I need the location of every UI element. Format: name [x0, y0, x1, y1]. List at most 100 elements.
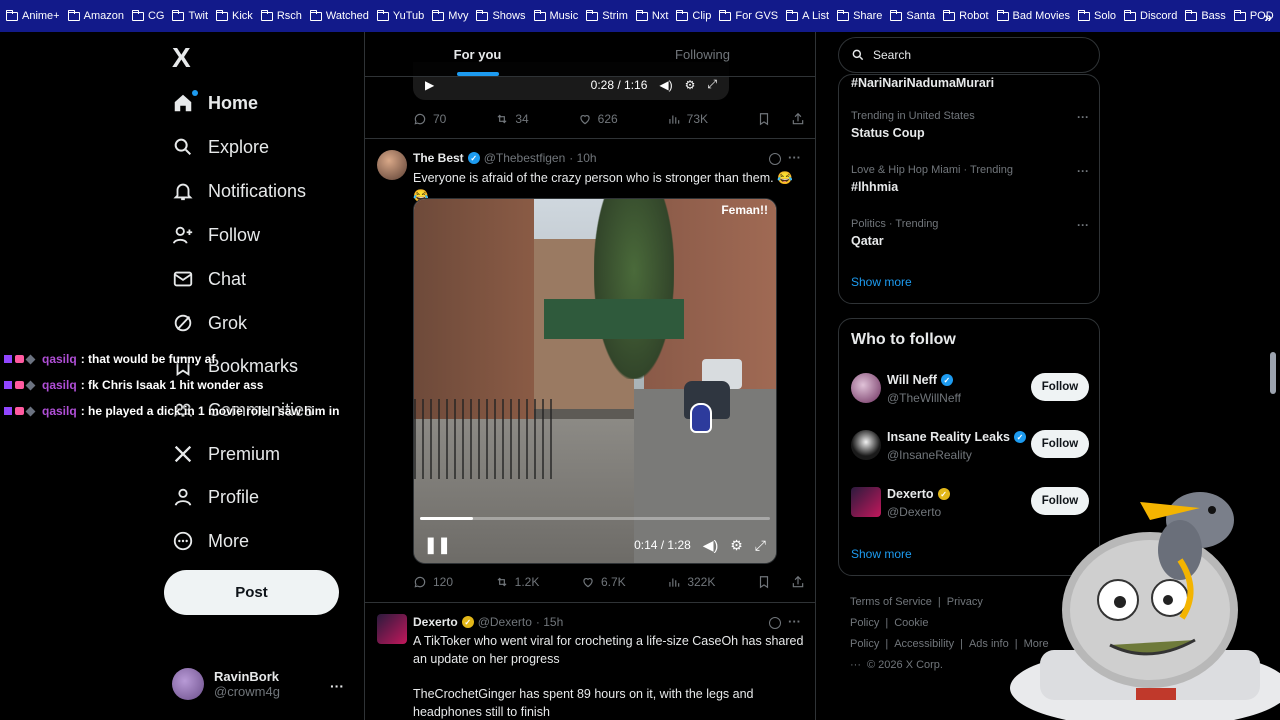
bookmark-item[interactable]: CG [131, 9, 164, 22]
bookmark-item[interactable]: Mvy [432, 9, 468, 22]
tab-for-you[interactable]: For you [365, 32, 590, 76]
search-input[interactable]: Search [838, 37, 1100, 73]
avatar[interactable] [851, 487, 881, 517]
bookmark-icon[interactable] [757, 575, 771, 589]
bookmark-item[interactable]: Bad Movies [996, 9, 1070, 22]
video-progress-bar[interactable] [420, 517, 770, 520]
play-icon[interactable]: ▶ [425, 78, 434, 92]
reply-button[interactable]: 70 [413, 112, 446, 126]
bookmark-item[interactable]: Rsch [260, 9, 302, 22]
video-player[interactable]: Feman!! ❚❚ 0:14 / 1:28 ◀) ⚙ ⤢ [413, 198, 777, 564]
tweet-age[interactable]: · 10h [569, 151, 596, 165]
bookmark-item[interactable]: Anime+ [6, 9, 60, 22]
tab-following[interactable]: Following [590, 32, 815, 76]
show-more-link[interactable]: Show more [851, 275, 912, 289]
footer-link[interactable]: Terms of Service [850, 596, 932, 608]
nav-item-premium[interactable]: Premium [172, 443, 280, 465]
user-name[interactable]: Will Neff [887, 373, 937, 387]
volume-icon[interactable]: ◀) [659, 78, 672, 92]
volume-icon[interactable]: ◀) [703, 537, 718, 554]
more-icon[interactable]: ··· [1077, 110, 1089, 124]
bookmark-item[interactable]: Watched [309, 9, 369, 22]
share-icon[interactable] [791, 112, 805, 126]
avatar[interactable] [377, 150, 407, 180]
like-button[interactable]: 6.7K [581, 575, 626, 589]
views-button[interactable]: 322K [667, 575, 715, 589]
settings-icon[interactable]: ⚙ [685, 78, 696, 92]
like-button[interactable]: 626 [578, 112, 618, 126]
avatar[interactable] [851, 430, 881, 460]
bookmark-item[interactable]: Robot [943, 9, 989, 22]
avatar[interactable] [851, 373, 881, 403]
bookmark-item[interactable]: Solo [1078, 9, 1116, 22]
views-button[interactable]: 73K [667, 112, 708, 126]
bookmark-item[interactable]: Twit [172, 9, 208, 22]
follow-suggestion[interactable]: Will Neff ✓ @TheWillNeff Follow [851, 371, 1089, 411]
more-icon[interactable]: ··· [788, 614, 801, 629]
more-icon[interactable]: ··· [330, 678, 344, 694]
bookmark-icon[interactable] [757, 112, 771, 126]
footer-link[interactable]: Accessibility [894, 638, 954, 650]
bookmark-item[interactable]: Discord [1124, 9, 1177, 22]
trend-item[interactable]: Politics · Trending Qatar ··· [851, 218, 1089, 248]
grok-icon[interactable] [769, 153, 781, 165]
repost-button[interactable]: 1.2K [495, 575, 539, 589]
grok-icon[interactable] [769, 617, 781, 629]
bookmark-item[interactable]: Shows [476, 9, 526, 22]
bookmark-item[interactable]: A List [786, 9, 829, 22]
bookmark-item[interactable]: Santa [890, 9, 935, 22]
footer-separator: | [960, 638, 963, 650]
folder-icon [676, 9, 689, 21]
scrollbar[interactable] [1270, 352, 1276, 394]
account-switcher[interactable]: RavinBork @crowm4g ··· [172, 668, 352, 700]
nav-item-profile[interactable]: Profile [172, 486, 259, 508]
bookmark-item[interactable]: For GVS [719, 9, 778, 22]
reply-button[interactable]: 120 [413, 575, 453, 589]
bookmark-item[interactable]: Amazon [67, 9, 124, 22]
more-icon[interactable]: ··· [1077, 164, 1089, 178]
bookmark-item[interactable]: Music [533, 9, 578, 22]
show-more-link[interactable]: Show more [851, 547, 912, 561]
bookmark-item[interactable]: Nxt [635, 9, 668, 22]
bookmark-item[interactable]: Bass [1185, 9, 1226, 22]
author-name[interactable]: Dexerto [413, 615, 458, 629]
trend-item[interactable]: Trending in United States Status Coup ··· [851, 110, 1089, 140]
bookmark-item[interactable]: Kick [216, 9, 253, 22]
more-icon[interactable]: ··· [1077, 218, 1089, 232]
avatar[interactable] [377, 614, 407, 644]
user-name[interactable]: Insane Reality Leaks [887, 430, 1010, 444]
bookmark-item[interactable]: Share [837, 9, 882, 22]
more-icon[interactable]: ··· [788, 150, 801, 165]
author-name[interactable]: The Best [413, 151, 464, 165]
nav-item-notifications[interactable]: Notifications [172, 180, 306, 202]
trend-item[interactable]: Love & Hip Hop Miami · Trending #lhhmia ··… [851, 164, 1089, 194]
author-handle[interactable]: @Dexerto [478, 615, 532, 629]
bookmark-item[interactable]: Strim [586, 9, 628, 22]
fullscreen-icon[interactable]: ⤢ [707, 77, 717, 92]
nav-item-chat[interactable]: Chat [172, 268, 246, 290]
tweet-age[interactable]: · 15h [536, 615, 563, 629]
nav-item-explore[interactable]: Explore [172, 136, 269, 158]
home-icon [172, 92, 194, 114]
bookmarks-overflow-icon[interactable]: » [1264, 9, 1272, 25]
author-handle[interactable]: @Thebestfigen [484, 151, 566, 165]
settings-icon[interactable]: ⚙ [730, 537, 743, 554]
post-button[interactable]: Post [164, 570, 339, 615]
share-icon[interactable] [791, 575, 805, 589]
bookmark-item[interactable]: Clip [676, 9, 711, 22]
user-name[interactable]: Dexerto [887, 487, 934, 501]
footer-link[interactable]: © 2026 X Corp. [867, 659, 943, 671]
follow-button[interactable]: Follow [1031, 373, 1089, 401]
trend-item[interactable]: #NariNariNadumaMurari [851, 72, 1089, 90]
repost-button[interactable]: 34 [495, 112, 529, 126]
x-logo[interactable]: X [172, 42, 191, 74]
nav-item-home[interactable]: Home [172, 90, 258, 114]
nav-item-grok[interactable]: Grok [172, 312, 247, 334]
nav-item-follow[interactable]: Follow [172, 224, 260, 246]
bookmark-item[interactable]: YuTub [376, 9, 424, 22]
nav-item-more[interactable]: More [172, 530, 249, 552]
timeline[interactable]: For you Following ▶ 0:28 / 1:16 ◀) ⚙ ⤢ 7… [364, 32, 816, 720]
fullscreen-icon[interactable]: ⤢ [755, 537, 766, 554]
pause-icon[interactable]: ❚❚ [424, 535, 451, 555]
folder-icon [533, 9, 546, 21]
